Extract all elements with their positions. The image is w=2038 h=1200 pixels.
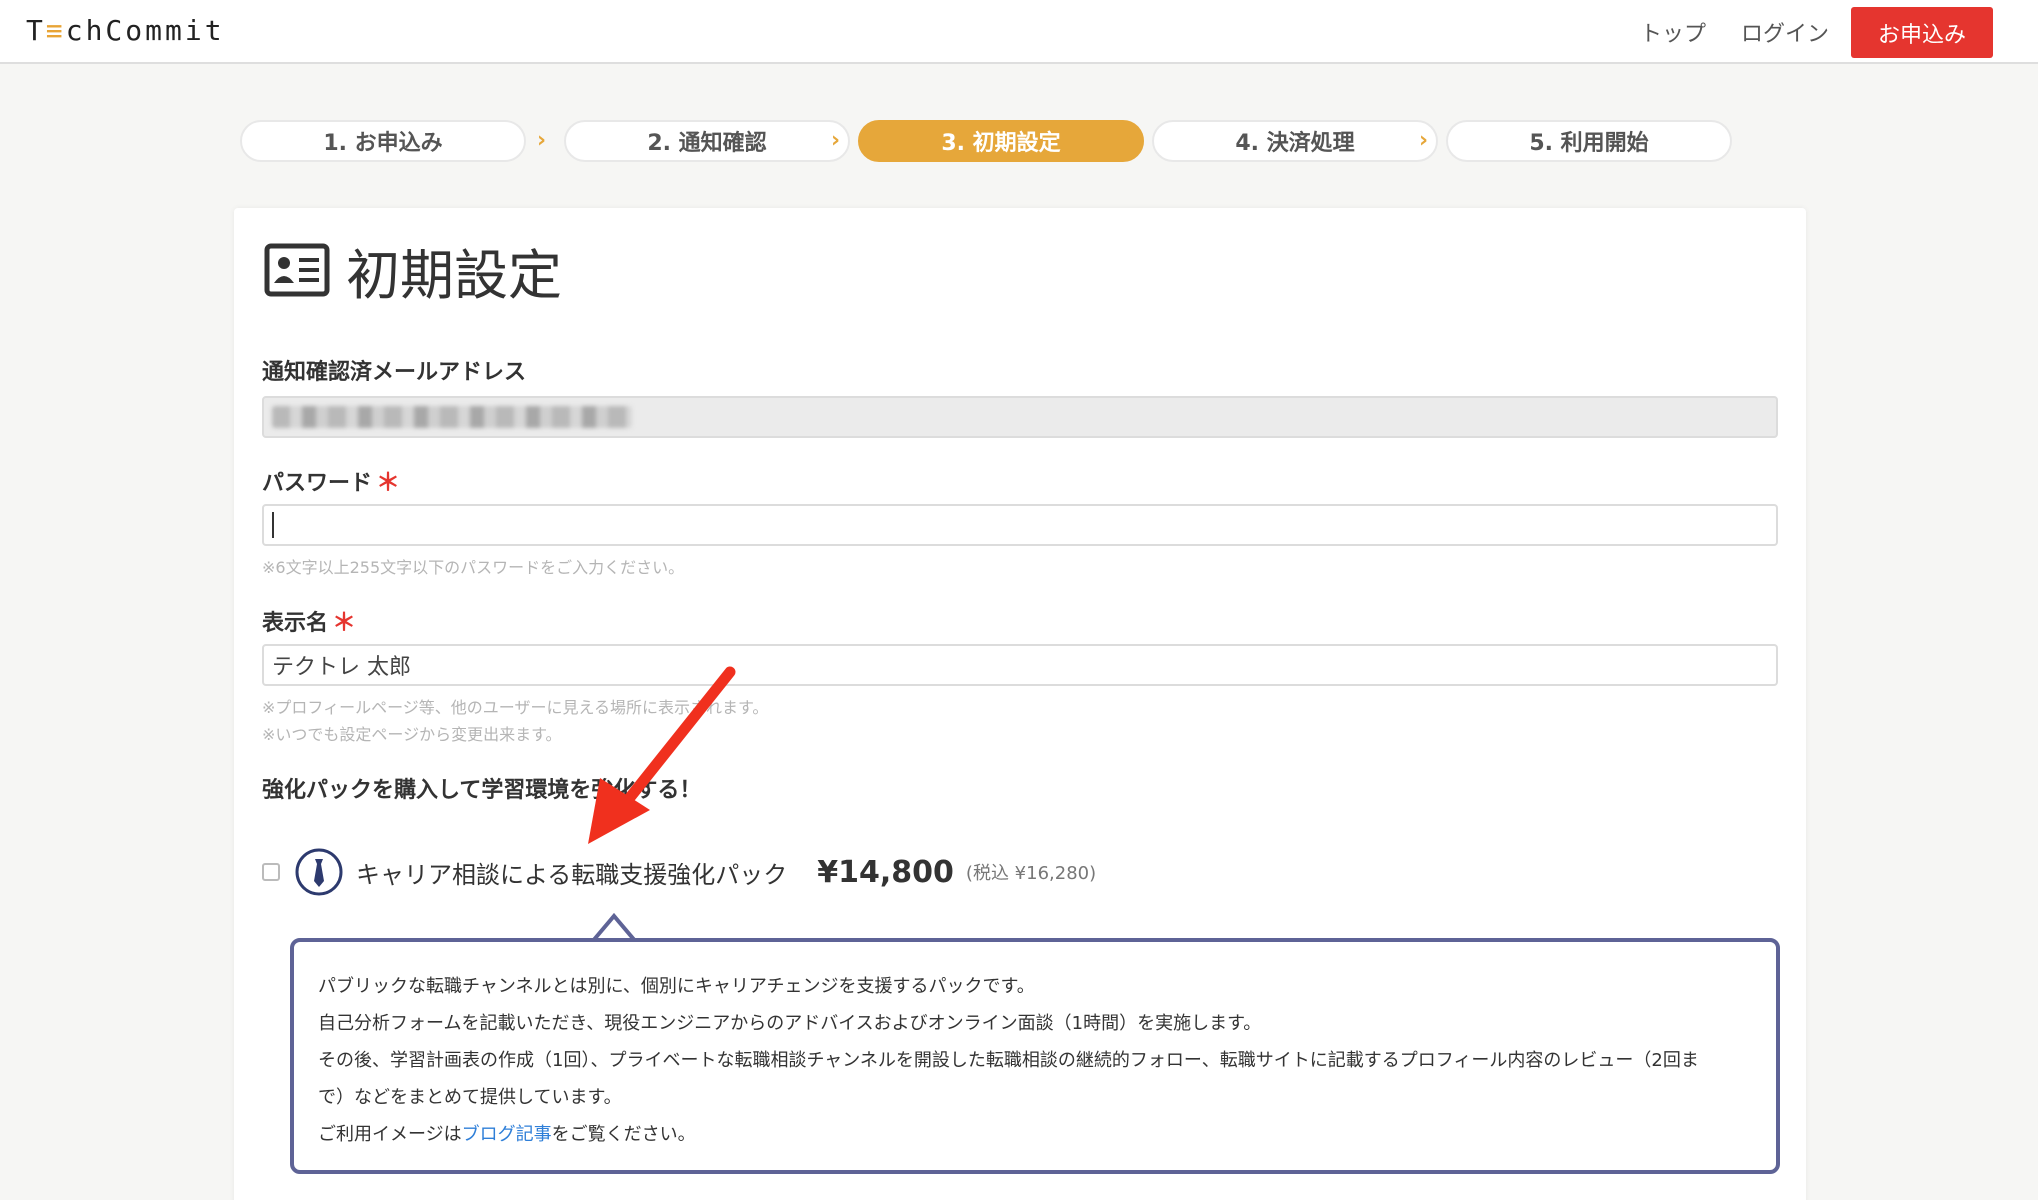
logo-text: chCommit <box>65 14 225 47</box>
progress-steps: 1. お申込み › 2. 通知確認 › 3. 初期設定 › 4. 決済処理 › … <box>240 120 1732 162</box>
step-1: 1. お申込み <box>240 120 526 162</box>
required-asterisk-icon: ＊ <box>332 608 357 636</box>
site-logo[interactable]: T≡chCommit <box>26 14 225 47</box>
password-hint: ※6文字以上255文字以下のパスワードをご入力ください。 <box>262 558 685 577</box>
step-5: 5. 利用開始 <box>1446 120 1732 162</box>
pack-price: ¥14,800 <box>817 854 954 890</box>
desc-line-5-post: をご覧ください。 <box>551 1124 696 1145</box>
desc-line-5: ご利用イメージはブログ記事をご覧ください。 <box>318 1116 1752 1153</box>
pack-tax: (税込 ¥16,280) <box>965 863 1097 884</box>
site-header: T≡chCommit トップ ログイン お申込み <box>0 0 2038 64</box>
step-arrow-icon: › <box>831 128 841 153</box>
logo-letter: T <box>26 14 46 47</box>
password-label: パスワード＊ <box>262 462 400 497</box>
text-caret <box>272 512 274 538</box>
pack-option-row: キャリア相談による転職支援強化パック ¥14,800 (税込 ¥16,280) <box>262 846 1096 898</box>
required-asterisk-icon: ＊ <box>376 468 401 496</box>
desc-line-4: で）などをまとめて提供しています。 <box>318 1087 622 1108</box>
desc-line-5-pre: ご利用イメージは <box>318 1124 462 1145</box>
password-label-text: パスワード <box>262 471 373 496</box>
step-2: 2. 通知確認 <box>564 120 850 162</box>
pack-name: キャリア相談による転職支援強化パック <box>356 860 788 889</box>
nav-login-link[interactable]: ログイン <box>1741 16 1829 48</box>
desc-line-1: パブリックな転職チャンネルとは別に、個別にキャリアチェンジを支援するパックです。 <box>318 976 1035 997</box>
nav-top-link[interactable]: トップ <box>1640 16 1706 48</box>
password-field[interactable] <box>262 504 1778 546</box>
step-arrow-icon: › <box>1419 128 1429 153</box>
apply-button[interactable]: お申込み <box>1851 7 1993 58</box>
step-4: 4. 決済処理 <box>1152 120 1438 162</box>
desc-line-2: 自己分析フォームを記載いただき、現役エンジニアからのアドバイスおよびオンライン面… <box>318 1013 1262 1034</box>
display-name-label: 表示名＊ <box>262 602 356 637</box>
step-arrow-icon: › <box>1125 128 1135 153</box>
step-arrow-icon: › <box>537 128 547 153</box>
pack-checkbox[interactable] <box>262 863 280 881</box>
settings-card: 初期設定 通知確認済メールアドレス パスワード＊ ※6文字以上255文字以下のパ… <box>234 208 1806 1200</box>
blog-article-link[interactable]: ブログ記事 <box>462 1124 552 1145</box>
page-title: 初期設定 <box>346 243 562 307</box>
display-name-field[interactable]: テクトレ 太郎 <box>262 644 1778 686</box>
page-title-row: 初期設定 <box>264 238 562 307</box>
step-3-active: 3. 初期設定 <box>858 120 1144 162</box>
desc-line-3: その後、学習計画表の作成（1回）、プライベートな転職相談チャンネルを開設した転職… <box>318 1050 1699 1071</box>
email-label: 通知確認済メールアドレス <box>262 360 527 385</box>
id-card-icon <box>264 243 330 297</box>
blurred-email-value <box>272 406 632 428</box>
display-name-hint-2: ※いつでも設定ページから変更出来ます。 <box>262 725 562 744</box>
pack-description-box: パブリックな転職チャンネルとは別に、個別にキャリアチェンジを支援するパックです。… <box>290 938 1780 1174</box>
tie-icon <box>295 848 343 896</box>
email-field <box>262 396 1778 438</box>
annotation-arrow-icon <box>588 666 736 844</box>
display-name-label-text: 表示名 <box>262 611 329 636</box>
logo-mark: ≡ <box>45 14 66 47</box>
